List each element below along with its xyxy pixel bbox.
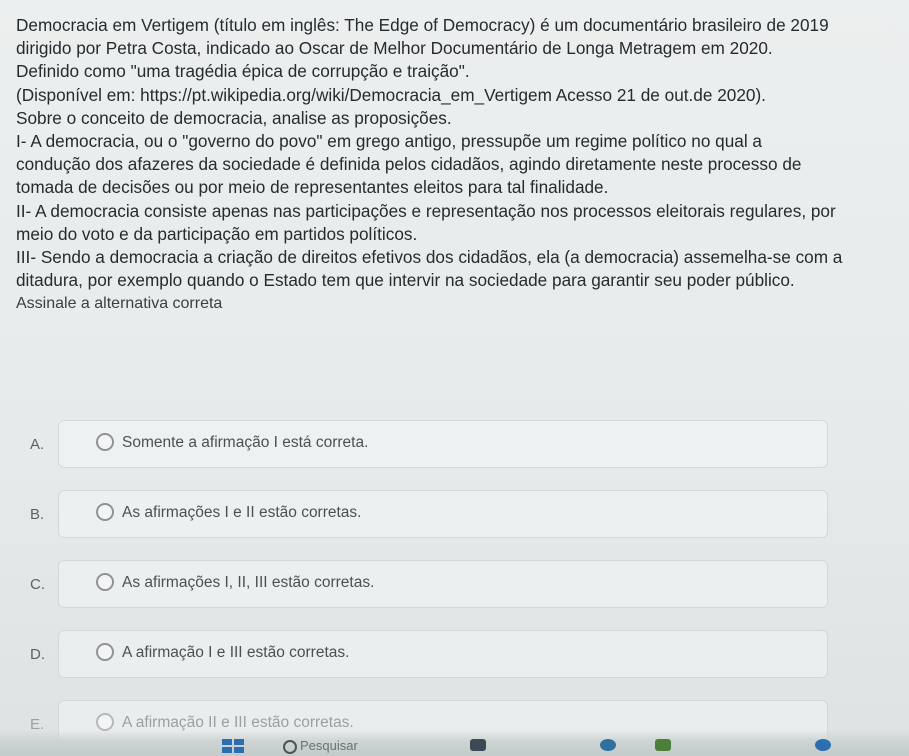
app-icon[interactable] [655, 739, 671, 751]
taskbar: Pesquisar [0, 730, 909, 756]
option-text: As afirmações I e II estão corretas. [122, 504, 362, 521]
option-letter: D. [30, 646, 45, 663]
radio-button[interactable] [96, 503, 114, 521]
option-text: As afirmações I, II, III estão corretas. [122, 574, 375, 591]
photo-of-screen: Democracia em Vertigem (título em inglês… [0, 0, 909, 756]
option-text: A afirmação I e III estão corretas. [122, 644, 350, 661]
option-a[interactable]: A. Somente a afirmação I está correta. [30, 420, 830, 472]
browser-icon[interactable] [600, 739, 616, 751]
windows-start-icon[interactable] [222, 739, 244, 753]
radio-button[interactable] [96, 643, 114, 661]
radio-button[interactable] [96, 713, 114, 731]
option-letter: A. [30, 436, 45, 453]
app-icon[interactable] [470, 739, 486, 751]
option-letter: B. [30, 506, 45, 523]
option-c[interactable]: C. As afirmações I, II, III estão corret… [30, 560, 830, 612]
answer-options: A. Somente a afirmação I está correta. B… [0, 0, 909, 756]
search-icon[interactable] [283, 740, 297, 754]
radio-button[interactable] [96, 573, 114, 591]
radio-button[interactable] [96, 433, 114, 451]
option-b[interactable]: B. As afirmações I e II estão corretas. [30, 490, 830, 542]
app-icon[interactable] [815, 739, 831, 751]
option-letter: C. [30, 576, 45, 593]
taskbar-search-label[interactable]: Pesquisar [300, 738, 358, 753]
option-d[interactable]: D. A afirmação I e III estão corretas. [30, 630, 830, 682]
option-text: Somente a afirmação I está correta. [122, 434, 369, 451]
